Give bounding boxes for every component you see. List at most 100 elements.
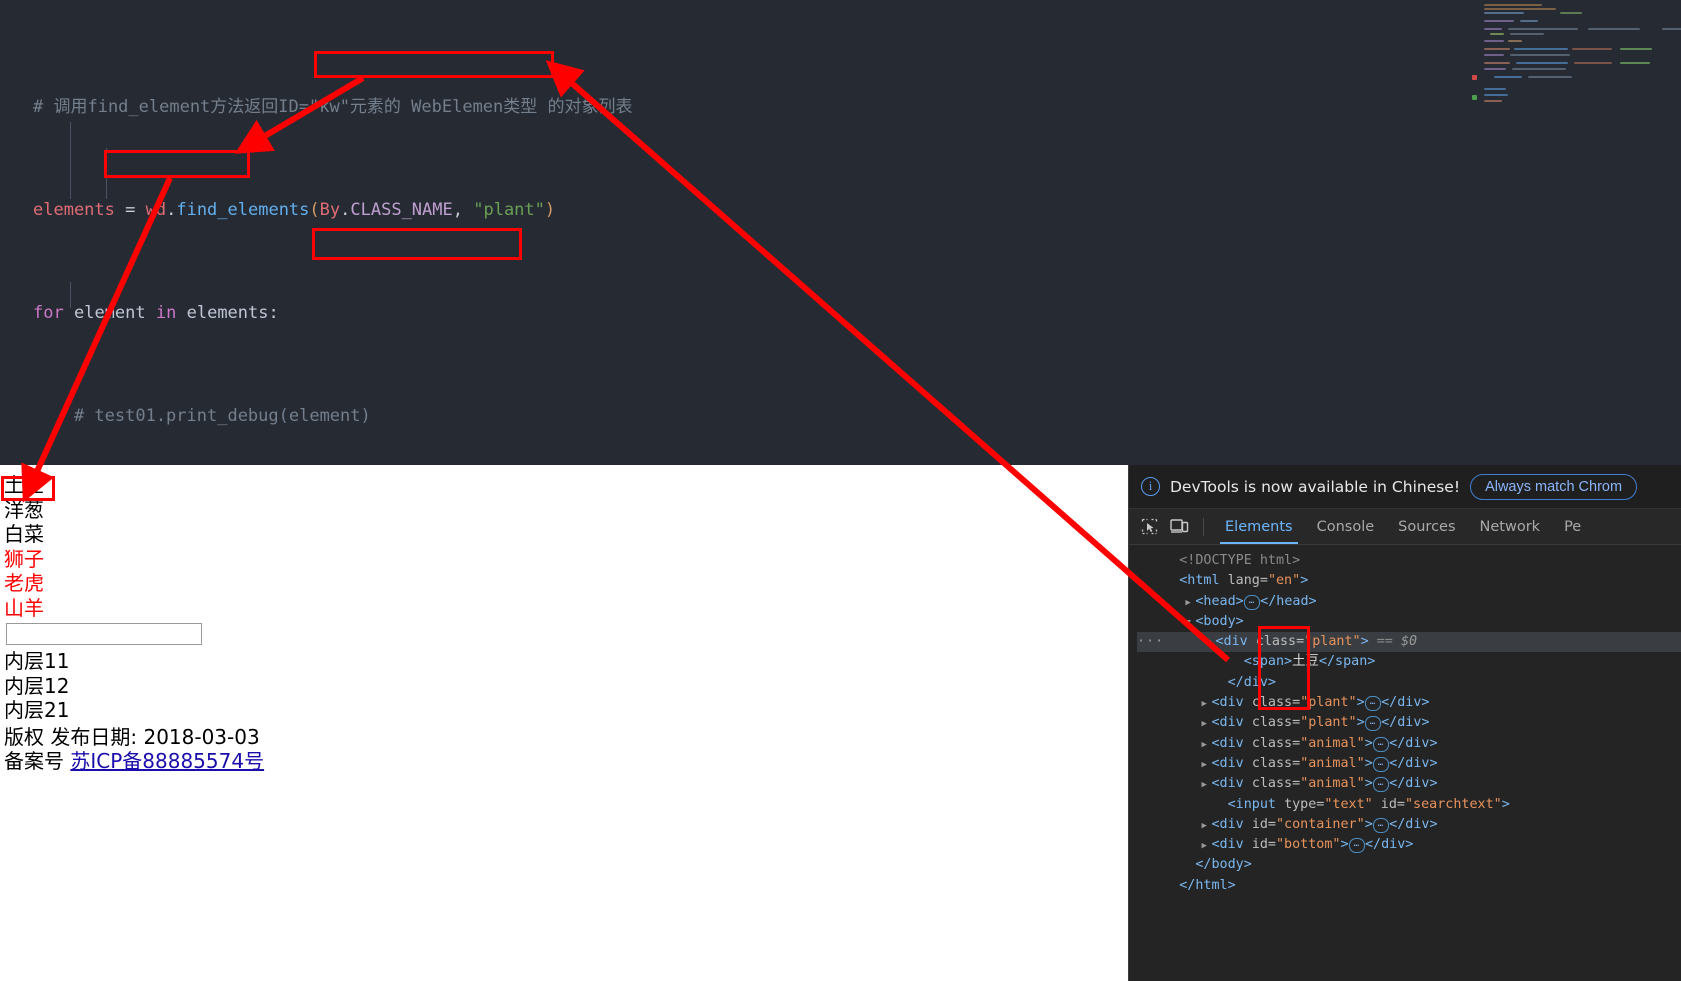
chevron-right-icon[interactable]: ▶ [1202,836,1212,856]
dom-row-indent [1169,857,1185,872]
info-icon: i [1141,477,1160,496]
chevron-down-icon[interactable]: ▼ [1206,633,1216,653]
chevron-right-icon[interactable]: ▶ [1202,755,1212,775]
dom-tree[interactable]: <!DOCTYPE html> <html lang="en"> ▶ <head>… [1129,545,1681,896]
dom-row-indent [1169,817,1201,832]
collapsed-children-icon[interactable]: … [1372,777,1390,793]
chevron-right-icon[interactable]: ▶ [1202,714,1212,734]
chevron-right-icon[interactable]: ▶ [1202,775,1212,795]
collapsed-children-icon[interactable]: … [1243,594,1261,610]
tab-network[interactable]: Network [1469,511,1552,543]
tab-console[interactable]: Console [1306,511,1386,543]
dom-token: $0 [1400,634,1418,650]
collapsed-children-icon[interactable]: … [1372,756,1390,772]
search-input[interactable] [6,623,202,645]
icp-link[interactable]: 苏ICP备88885574号 [70,749,264,773]
dom-tree-row[interactable]: ▶ <div class="animal">… </div> [1137,754,1681,774]
dom-row-indent [1169,594,1185,609]
container-item-2: 内层12 [4,673,70,698]
dom-token: == [1368,634,1401,650]
chevron-right-icon[interactable]: ▶ [1202,694,1212,714]
dom-tree-row[interactable]: <input type="text" id="searchtext"> [1137,795,1681,815]
icp-label: 备案号 [4,749,64,773]
indent-guide [70,122,71,199]
dom-token: class= [1251,695,1301,711]
code-line: for element in elements: [33,302,279,323]
indent-guide [70,282,71,308]
collapsed-children-icon[interactable]: … [1364,716,1382,732]
plant-item-2: 洋葱 [4,497,44,522]
devtools-tabbar: Elements Console Sources Network Pe [1129,509,1681,545]
dom-tree-row[interactable]: <!DOCTYPE html> [1137,551,1681,571]
container-item-1: 内层11 [4,649,70,673]
dom-token: <div [1211,837,1252,853]
chevron-down-icon[interactable]: ▼ [1185,613,1195,633]
tab-performance[interactable]: Pe [1553,511,1592,543]
dom-token: > [1340,837,1349,853]
dom-token: "animal" [1300,735,1365,751]
dom-token: class= [1251,715,1301,731]
collapsed-children-icon[interactable]: … [1372,736,1390,752]
dom-token: > [1364,735,1373,751]
dom-tree-row[interactable]: </div> [1137,673,1681,693]
dom-tree-row[interactable]: <span>土豆</span> [1137,652,1681,672]
dom-token: </head> [1260,593,1317,609]
dom-token: "en" [1267,573,1301,589]
dom-row-indent [1169,695,1201,710]
tab-sources[interactable]: Sources [1387,511,1466,543]
dom-tree-row[interactable]: ▶ <head>… </head> [1137,592,1681,612]
dom-tree-row[interactable]: ▶ <div class="animal">… </div> [1137,774,1681,794]
chevron-right-icon[interactable]: ▶ [1185,593,1195,613]
dom-row-spacer [1137,797,1169,812]
dom-token: </body> [1195,857,1252,873]
animal-item-2: 老虎 [4,571,44,595]
chevron-right-icon[interactable]: ▶ [1202,735,1212,755]
dom-tree-row[interactable]: ▼ <body> [1137,612,1681,632]
dom-token: id= [1251,837,1276,853]
chevron-right-icon[interactable]: ▶ [1202,816,1212,836]
dom-token: 土豆 [1292,654,1319,670]
dom-token: </div> [1381,715,1430,731]
collapsed-children-icon[interactable]: … [1372,817,1390,833]
toolbar-divider [1203,517,1204,536]
tab-elements[interactable]: Elements [1214,511,1304,544]
dom-tree-row[interactable]: ··· ▼ <div class="plant"> == $0 [1137,632,1681,653]
dom-tree-row[interactable]: </html> [1137,876,1681,896]
code-minimap[interactable] [1470,0,1681,465]
dom-token: <head> [1195,593,1244,609]
inspect-element-icon[interactable] [1135,513,1163,541]
publish-date-value: 2018-03-03 [143,724,260,749]
dom-token: "text" [1324,796,1373,812]
dom-row-spacer [1137,594,1169,609]
dom-tree-row[interactable]: ▶ <div id="bottom">… </div> [1137,835,1681,855]
dom-tree-row[interactable]: <html lang="en"> [1137,571,1681,591]
dom-tree-row[interactable]: ▶ <div class="plant">… </div> [1137,693,1681,713]
dom-token: "plant" [1304,634,1361,650]
dom-row-spacer [1137,817,1169,832]
dom-tree-row[interactable]: </body> [1137,855,1681,875]
dom-token: <div [1211,735,1252,751]
dom-row-more-icon[interactable]: ··· [1137,634,1173,649]
always-match-chrome-button[interactable]: Always match Chrom [1470,473,1638,500]
animal-item-3: 山羊 [4,595,44,620]
dom-token: "searchtext" [1405,796,1502,812]
dom-tree-row[interactable]: ▶ <div id="container">… </div> [1137,815,1681,835]
dom-row-spacer [1137,857,1169,872]
dom-token: </div> [1389,816,1438,832]
collapsed-children-icon[interactable]: … [1348,838,1365,854]
dom-row-indent [1169,675,1217,690]
dom-tree-row[interactable]: ▶ <div class="plant">… </div> [1137,713,1681,733]
collapsed-children-icon[interactable]: … [1364,696,1382,712]
dom-token: > [1356,695,1365,711]
device-toolbar-icon[interactable] [1165,513,1193,541]
dom-row-spacer [1137,675,1169,690]
code-listing[interactable]: # 调用find_element方法返回ID="kw"元素的 WebElemen… [0,18,1470,465]
dom-token: </div> [1364,837,1414,853]
dom-tree-row[interactable]: ▶ <div class="animal">… </div> [1137,734,1681,754]
dom-token: > [1360,634,1369,650]
